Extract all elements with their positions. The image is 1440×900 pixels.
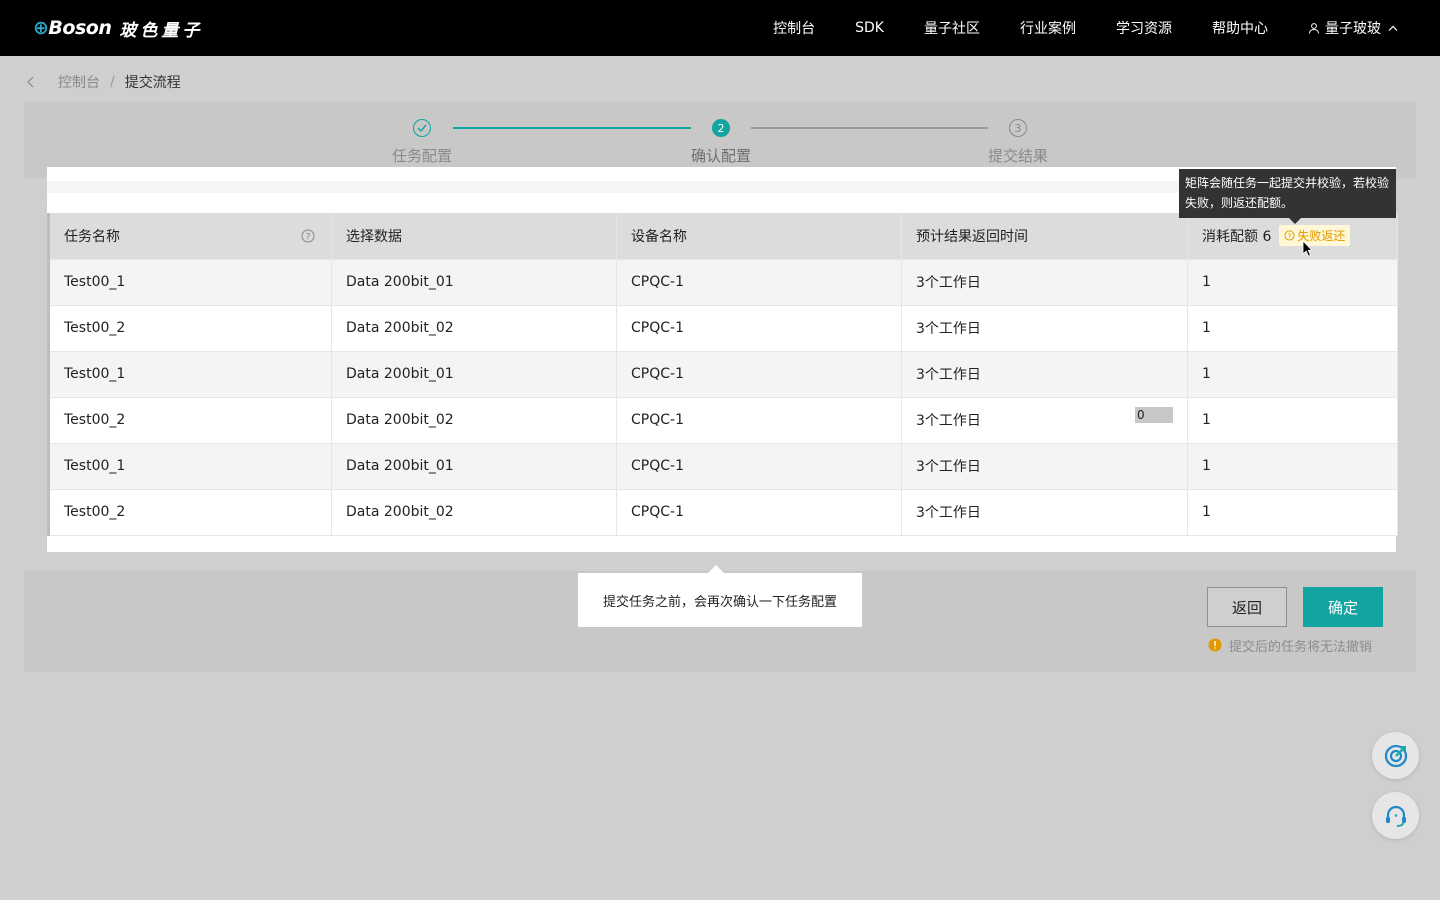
submit-warning: 提交后的任务将无法撤销	[1208, 636, 1373, 655]
cell-task-name: Test00_2	[48, 305, 332, 352]
step-line-1	[453, 127, 691, 129]
cell-return-time: 3个工作日	[901, 351, 1188, 398]
logo[interactable]: ⊕Boson 玻色量子	[33, 14, 203, 42]
cell-device: CPQC-1	[616, 443, 902, 490]
step-1-label: 任务配置	[391, 147, 452, 165]
back-button[interactable]: 返回	[1207, 587, 1287, 627]
cell-quota: 1	[1187, 443, 1398, 490]
table-header-row: 任务名称 ? 选择数据 设备名称 预计结果返回时间 消耗配额 6 ? 失败返还	[48, 213, 1398, 260]
table-row: Test00_2 Data 200bit_02 CPQC-1 3个工作日 1	[48, 305, 1398, 352]
cell-task-name: Test00_1	[48, 351, 332, 398]
logo-cn-text: 玻色量子	[119, 20, 204, 41]
step-2-number: 2	[712, 119, 730, 137]
user-icon	[1309, 23, 1319, 34]
cell-task-name: Test00_1	[48, 443, 332, 490]
user-menu[interactable]: 量子玻玻	[1308, 18, 1398, 38]
cell-quota: 1	[1187, 351, 1398, 398]
cell-quota: 1	[1187, 305, 1398, 352]
table-row: Test00_1 Data 200bit_01 CPQC-1 3个工作日 1	[48, 259, 1398, 306]
nav-learning[interactable]: 学习资源	[1116, 18, 1172, 38]
mini-value-input[interactable]: 0	[1135, 406, 1173, 423]
fail-return-tag[interactable]: ? 失败返还	[1279, 225, 1351, 247]
step-3: 3 提交结果	[958, 119, 1078, 166]
question-icon: ?	[1284, 230, 1295, 241]
feedback-float-button[interactable]	[1372, 732, 1419, 779]
nav-community[interactable]: 量子社区	[924, 18, 980, 38]
warning-icon	[1208, 638, 1222, 652]
target-icon	[1384, 744, 1407, 767]
nav-console[interactable]: 控制台	[773, 18, 815, 38]
guide-hint-popover: 提交任务之前，会再次确认一下任务配置	[578, 565, 862, 627]
top-nav-bar: ⊕Boson 玻色量子 控制台 SDK 量子社区 行业案例 学习资源 帮助中心 …	[0, 0, 1440, 56]
logo-mark: ⊕Boson	[33, 17, 112, 39]
svg-text:?: ?	[306, 232, 311, 242]
cell-data: Data 200bit_02	[331, 489, 617, 536]
cell-return-time: 3个工作日	[901, 489, 1188, 536]
col-quota-label: 消耗配额 6	[1202, 229, 1272, 246]
breadcrumb: 控制台 / 提交流程	[26, 72, 181, 92]
cell-task-name: Test00_2	[48, 489, 332, 536]
col-data: 选择数据	[331, 213, 617, 260]
back-arrow-icon[interactable]	[26, 76, 36, 88]
main-nav: 控制台 SDK 量子社区 行业案例 学习资源 帮助中心 量子玻玻	[733, 0, 1398, 56]
cell-return-time-text: 3个工作日	[916, 413, 981, 429]
col-task-name-label: 任务名称	[64, 228, 120, 245]
cell-return-time: 3个工作日	[901, 259, 1188, 306]
cell-device: CPQC-1	[616, 397, 902, 444]
table-row: Test00_1 Data 200bit_01 CPQC-1 3个工作日 1	[48, 443, 1398, 490]
cell-device: CPQC-1	[616, 351, 902, 398]
step-1: 任务配置	[362, 119, 482, 166]
nav-help[interactable]: 帮助中心	[1212, 18, 1268, 38]
cell-data: Data 200bit_01	[331, 351, 617, 398]
cell-quota: 1	[1187, 489, 1398, 536]
chevron-up-icon	[1388, 25, 1398, 31]
mouse-cursor-icon	[1302, 240, 1313, 257]
step-3-label: 提交结果	[987, 147, 1048, 165]
cell-device: CPQC-1	[616, 489, 902, 536]
table-row: Test00_1 Data 200bit_01 CPQC-1 3个工作日 1	[48, 351, 1398, 398]
cell-quota: 1	[1187, 259, 1398, 306]
step-line-2	[751, 127, 988, 129]
check-icon	[413, 119, 431, 137]
user-name: 量子玻玻	[1325, 21, 1381, 37]
breadcrumb-console[interactable]: 控制台	[58, 72, 100, 92]
col-return-time: 预计结果返回时间	[901, 213, 1188, 260]
cell-data: Data 200bit_02	[331, 305, 617, 352]
cell-device: CPQC-1	[616, 305, 902, 352]
nav-cases[interactable]: 行业案例	[1020, 18, 1076, 38]
cell-data: Data 200bit_01	[331, 259, 617, 306]
cell-device: CPQC-1	[616, 259, 902, 306]
cell-task-name: Test00_1	[48, 259, 332, 306]
col-device: 设备名称	[616, 213, 902, 260]
svg-text:?: ?	[1288, 232, 1292, 241]
breadcrumb-separator: /	[110, 74, 115, 90]
step-2-label: 确认配置	[690, 147, 751, 165]
confirm-button[interactable]: 确定	[1303, 587, 1383, 627]
help-icon[interactable]: ?	[301, 229, 315, 243]
confirm-config-modal: 任务名称 ? 选择数据 设备名称 预计结果返回时间 消耗配额 6 ? 失败返还 Te…	[47, 167, 1398, 552]
cell-data: Data 200bit_01	[331, 443, 617, 490]
step-2: 2 确认配置	[661, 119, 781, 166]
submit-warning-text: 提交后的任务将无法撤销	[1229, 639, 1373, 655]
support-float-button[interactable]	[1372, 792, 1419, 839]
nav-sdk[interactable]: SDK	[855, 20, 884, 36]
cell-return-time: 3个工作日	[901, 443, 1188, 490]
cell-task-name: Test00_2	[48, 397, 332, 444]
task-table: 任务名称 ? 选择数据 设备名称 预计结果返回时间 消耗配额 6 ? 失败返还 Te…	[47, 213, 1398, 536]
cell-return-time: 3个工作日 0	[901, 397, 1188, 444]
table-row: Test00_2 Data 200bit_02 CPQC-1 3个工作日 0 1	[48, 397, 1398, 444]
breadcrumb-current: 提交流程	[124, 75, 181, 91]
cell-quota: 1	[1187, 397, 1398, 444]
table-row: Test00_2 Data 200bit_02 CPQC-1 3个工作日 1	[48, 489, 1398, 536]
cell-return-time: 3个工作日	[901, 305, 1188, 352]
cell-data: Data 200bit_02	[331, 397, 617, 444]
step-3-number: 3	[1009, 119, 1027, 137]
quota-tooltip: 矩阵会随任务一起提交并校验，若校验失败，则返还配额。	[1179, 169, 1396, 224]
col-task-name: 任务名称 ?	[48, 213, 332, 260]
headset-icon	[1385, 805, 1406, 827]
